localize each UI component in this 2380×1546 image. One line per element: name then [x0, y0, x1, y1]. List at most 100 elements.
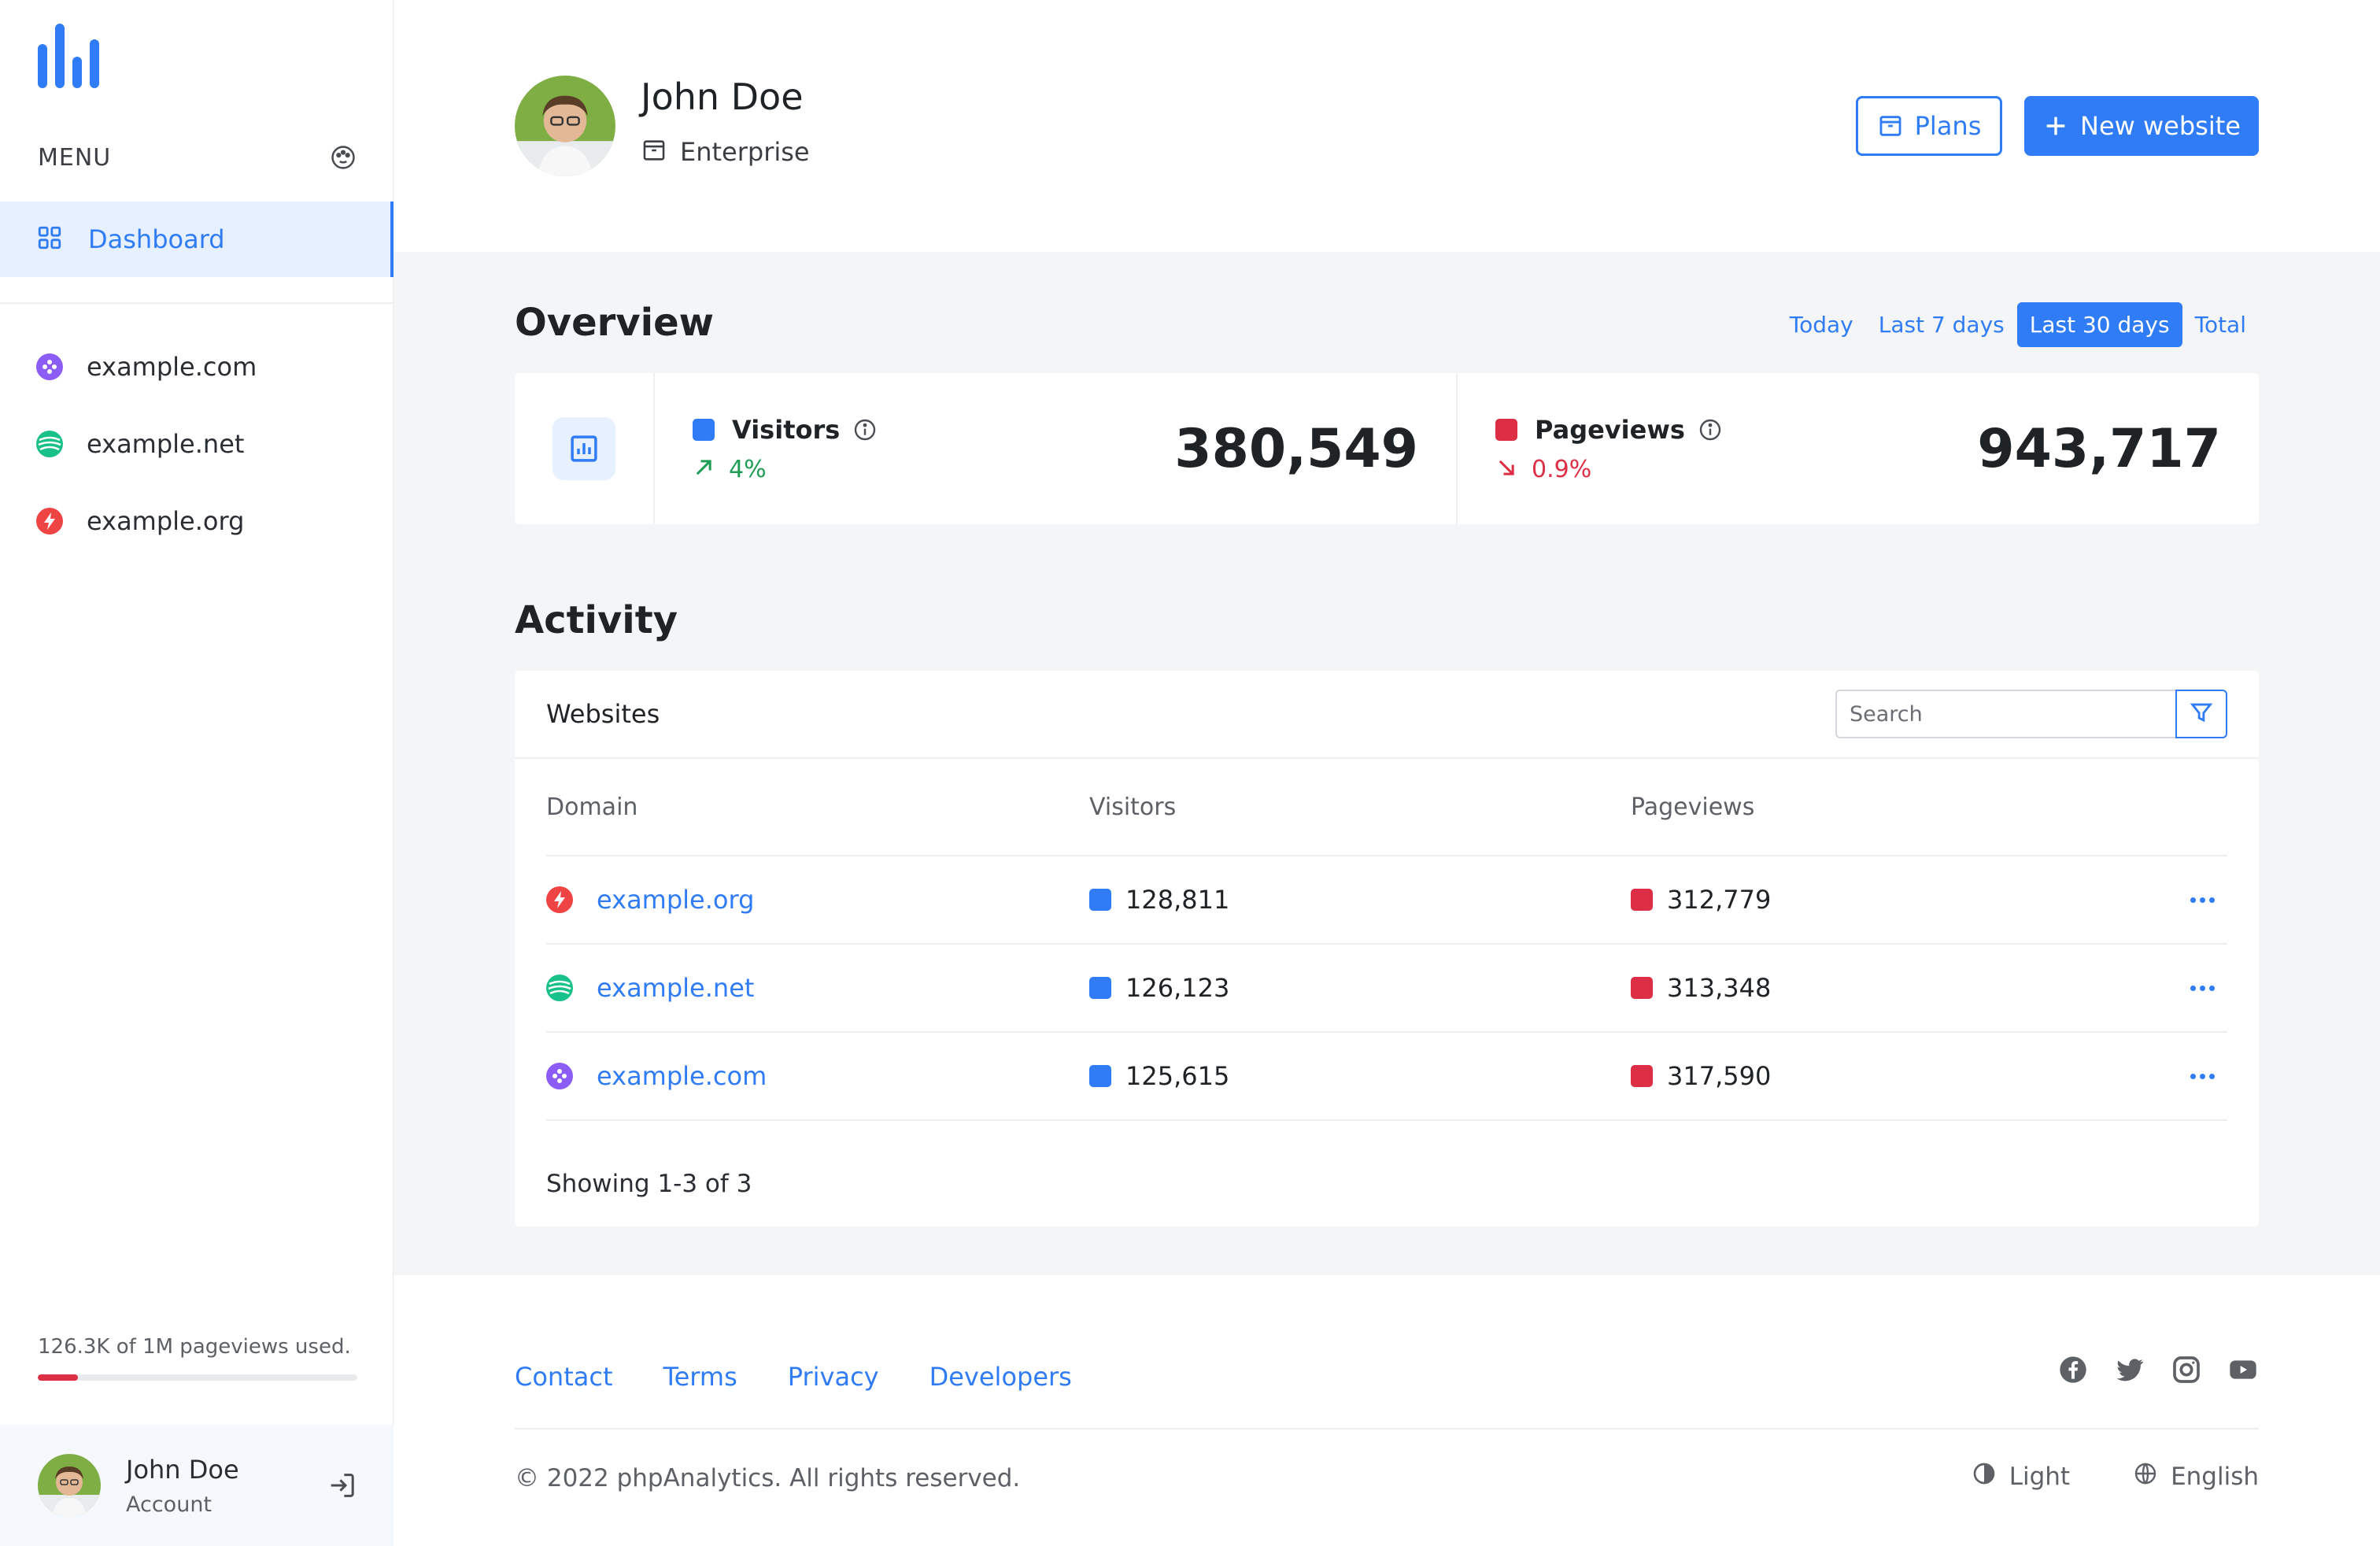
column-domain[interactable]: Domain — [546, 793, 1089, 821]
pageviews-swatch — [1495, 418, 1517, 441]
pageviews-stat-label: Pageviews — [1535, 414, 1685, 445]
date-range-selector: Today Last 7 days Last 30 days Total — [1777, 302, 2259, 347]
footer-link-contact[interactable]: Contact — [515, 1362, 613, 1392]
sidebar-item-label: example.net — [87, 429, 245, 459]
range-last-7-days[interactable]: Last 7 days — [1866, 302, 2017, 347]
theme-label: Light — [2009, 1463, 2071, 1491]
visitors-swatch — [1089, 977, 1111, 999]
pageviews-value: 943,717 — [1977, 417, 2221, 480]
bar-chart-icon — [552, 417, 615, 480]
more-options-icon[interactable] — [2190, 985, 2215, 991]
plus-icon — [2042, 113, 2069, 139]
new-website-button[interactable]: New website — [2024, 96, 2259, 156]
copyright-text: © 2022 phpAnalytics. All rights reserved… — [515, 1464, 1021, 1492]
palette-icon[interactable] — [329, 143, 357, 172]
column-pageviews[interactable]: Pageviews — [1631, 793, 2174, 821]
avatar — [38, 1454, 101, 1517]
logout-icon[interactable] — [326, 1470, 357, 1501]
info-icon[interactable] — [1698, 417, 1723, 442]
visitors-stat[interactable]: Visitors 4% 380,549 — [655, 373, 1456, 524]
more-options-icon[interactable] — [2190, 1073, 2215, 1079]
logo-bar — [72, 57, 82, 88]
language-selector[interactable]: English — [2120, 1461, 2259, 1492]
visitors-cell: 126,123 — [1125, 973, 1230, 1003]
visitors-swatch — [693, 418, 715, 441]
visitors-cell: 125,615 — [1125, 1061, 1230, 1091]
account-text: John Doe Account — [126, 1455, 326, 1517]
table-row: example.net 126,123 313,348 — [546, 945, 2227, 1033]
dashboard-content: Overview Today Last 7 days Last 30 days … — [394, 252, 2380, 1275]
range-total[interactable]: Total — [2182, 302, 2259, 347]
sidebar-item-label: example.org — [87, 506, 245, 536]
green-site-icon — [546, 975, 573, 1001]
table-header: Domain Visitors Pageviews — [546, 759, 2227, 856]
footer-link-privacy[interactable]: Privacy — [788, 1362, 879, 1392]
page-header: John Doe Enterprise Plans New website — [394, 0, 2380, 252]
footer-divider — [515, 1428, 2259, 1429]
overview-icon-cell — [515, 373, 655, 524]
pageviews-delta: 0.9% — [1532, 455, 1592, 483]
app-logo[interactable] — [38, 24, 102, 88]
sidebar-item-example-com[interactable]: example.com — [36, 345, 367, 389]
usage-bar — [38, 1374, 357, 1381]
red-site-icon — [546, 886, 573, 913]
trend-down-icon — [1495, 457, 1517, 482]
green-site-icon — [36, 431, 63, 457]
globe-icon — [2133, 1461, 2158, 1492]
pageviews-swatch — [1631, 1065, 1653, 1087]
table-row: example.com 125,615 317,590 — [546, 1033, 2227, 1121]
domain-link[interactable]: example.org — [597, 885, 754, 915]
plan-label: Enterprise — [680, 137, 810, 167]
visitors-stat-label: Visitors — [732, 414, 841, 445]
facebook-icon[interactable] — [2057, 1354, 2089, 1385]
footer-link-developers[interactable]: Developers — [929, 1362, 1072, 1392]
logo-bar — [55, 24, 65, 88]
search-group — [1835, 690, 2227, 738]
usage-text: 126.3K of 1M pageviews used. — [38, 1335, 351, 1359]
plan-badge: Enterprise — [641, 137, 810, 167]
red-site-icon — [36, 508, 63, 534]
filter-button[interactable] — [2175, 690, 2227, 738]
theme-toggle[interactable]: Light — [1959, 1461, 2070, 1492]
usage-bar-fill — [38, 1374, 79, 1381]
pageviews-stat[interactable]: Pageviews 0.9% 943,717 — [1456, 373, 2259, 524]
footer-link-terms[interactable]: Terms — [663, 1362, 737, 1392]
menu-label: MENU — [38, 143, 112, 172]
search-input[interactable] — [1835, 690, 2175, 738]
plans-button[interactable]: Plans — [1856, 96, 2002, 156]
instagram-icon[interactable] — [2171, 1354, 2202, 1385]
sidebar-item-dashboard[interactable]: Dashboard — [0, 202, 394, 277]
logo-bar — [90, 39, 99, 88]
table-row: example.org 128,811 312,779 — [546, 856, 2227, 945]
sidebar-item-example-net[interactable]: example.net — [36, 422, 367, 466]
range-last-30-days[interactable]: Last 30 days — [2016, 302, 2182, 347]
menu-header: MENU — [38, 140, 357, 175]
pageviews-stat-meta: Pageviews 0.9% — [1495, 415, 1723, 483]
contrast-icon — [1972, 1461, 1997, 1492]
new-website-button-label: New website — [2080, 111, 2241, 141]
column-visitors[interactable]: Visitors — [1089, 793, 1631, 821]
user-avatar — [515, 76, 615, 176]
account-name: John Doe — [126, 1454, 239, 1485]
twitter-icon[interactable] — [2114, 1354, 2145, 1385]
sidebar-divider — [0, 302, 394, 304]
sidebar-item-label: Dashboard — [88, 224, 225, 254]
domain-link[interactable]: example.net — [597, 973, 754, 1003]
more-options-icon[interactable] — [2190, 897, 2215, 903]
pageviews-cell: 313,348 — [1667, 973, 1772, 1003]
info-icon[interactable] — [852, 417, 878, 442]
domain-link[interactable]: example.com — [597, 1061, 767, 1091]
websites-card: Websites Domain Visitors — [515, 671, 2259, 1226]
youtube-icon[interactable] — [2227, 1354, 2259, 1385]
usage-meter: 126.3K of 1M pageviews used. — [38, 1335, 357, 1381]
footer-links: Contact Terms Privacy Developers — [515, 1362, 1072, 1392]
account-panel[interactable]: John Doe Account — [0, 1425, 394, 1546]
purple-site-icon — [36, 353, 63, 380]
range-today[interactable]: Today — [1777, 302, 1866, 347]
visitors-swatch — [1089, 889, 1111, 911]
pagination-summary: Showing 1-3 of 3 — [546, 1170, 752, 1198]
logo-bar — [38, 44, 47, 88]
filter-icon — [2188, 699, 2215, 729]
sidebar-item-example-org[interactable]: example.org — [36, 499, 367, 543]
visitors-swatch — [1089, 1065, 1111, 1087]
